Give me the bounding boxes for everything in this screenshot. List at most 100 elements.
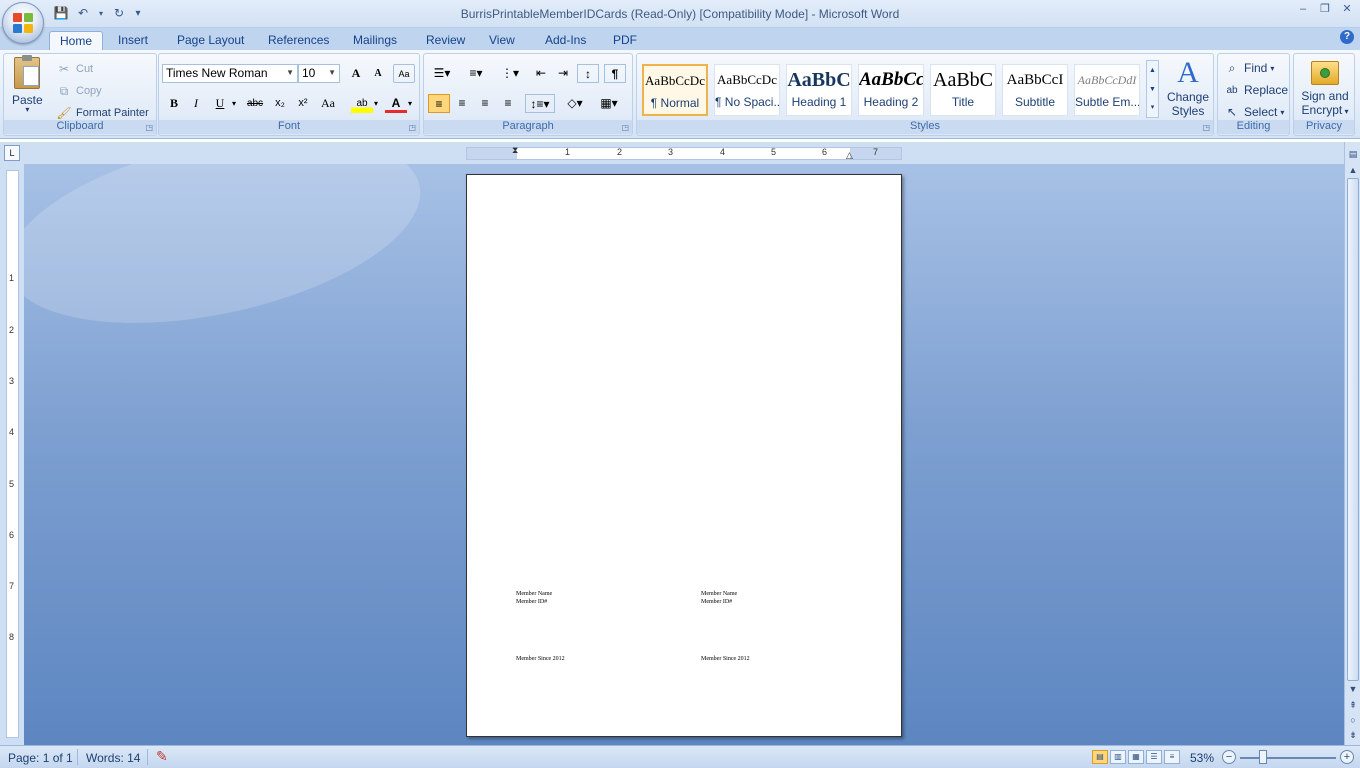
styles-launcher-icon[interactable]: ◳ (1202, 123, 1210, 132)
italic-button[interactable]: I (185, 94, 207, 113)
align-center-icon[interactable]: ≡ (451, 94, 473, 113)
vertical-scrollbar[interactable]: ▤ ▲ ▼ ⇞ ○ ⇟ (1344, 142, 1360, 745)
tab-mailings[interactable]: Mailings (343, 31, 407, 51)
scroll-up-icon[interactable]: ▲ (1347, 164, 1359, 176)
office-button[interactable] (2, 2, 44, 44)
tab-stop-selector[interactable]: L (4, 145, 20, 161)
copy-button[interactable]: ⧉ Copy (55, 82, 102, 100)
change-case-button[interactable]: Aa (317, 94, 339, 113)
align-left-icon[interactable]: ≡ (428, 94, 450, 113)
tab-page-layout[interactable]: Page Layout (167, 31, 254, 51)
styles-up-icon[interactable]: ▲ (1147, 61, 1158, 80)
borders-icon[interactable]: ▦▾ (594, 94, 624, 113)
style-title[interactable]: AaBbC Title (930, 64, 996, 116)
proofing-icon[interactable]: ✎ (156, 748, 168, 765)
underline-dropdown-icon[interactable]: ▾ (229, 94, 239, 113)
previous-page-icon[interactable]: ⇞ (1347, 699, 1359, 711)
tab-home[interactable]: Home (49, 31, 104, 51)
sort-icon[interactable]: ↕ (577, 64, 599, 83)
zoom-thumb[interactable] (1259, 750, 1267, 764)
page-count[interactable]: Page: 1 of 1 (8, 751, 73, 765)
find-button[interactable]: ⌕ Find ▾ (1223, 59, 1275, 77)
paste-button[interactable]: Paste ▾ (12, 55, 43, 114)
close-button[interactable]: ✕ (1340, 2, 1354, 16)
increase-indent-icon[interactable]: ⇥ (552, 64, 574, 83)
styles-down-icon[interactable]: ▼ (1147, 80, 1158, 99)
styles-more-icon[interactable]: ▾ (1147, 99, 1158, 117)
outline-icon[interactable]: ☰ (1146, 750, 1162, 764)
draft-icon[interactable]: ≡ (1164, 750, 1180, 764)
word-count[interactable]: Words: 14 (86, 751, 140, 765)
underline-button[interactable]: U (209, 94, 231, 113)
align-right-icon[interactable]: ≡ (474, 94, 496, 113)
next-page-icon[interactable]: ⇟ (1347, 729, 1359, 741)
zoom-slider[interactable] (1240, 757, 1336, 759)
style-normal[interactable]: AaBbCcDc ¶ Normal (642, 64, 708, 116)
web-layout-icon[interactable]: ▦ (1128, 750, 1144, 764)
sign-label: Sign and (1301, 89, 1349, 103)
select-button[interactable]: ↖ Select ▾ (1223, 103, 1284, 121)
style-title-sample: AaBbC (933, 69, 993, 91)
tab-review[interactable]: Review (416, 31, 475, 51)
show-marks-button[interactable]: ¶ (604, 64, 626, 83)
shading-icon[interactable]: ◇▾ (560, 94, 590, 113)
zoom-out-icon[interactable]: − (1222, 750, 1236, 764)
font-size-dropdown-icon[interactable]: ▼ (328, 68, 336, 77)
tab-pdf[interactable]: PDF (603, 31, 647, 51)
zoom-in-icon[interactable]: + (1340, 750, 1354, 764)
clipboard-launcher-icon[interactable]: ◳ (145, 123, 153, 132)
change-styles-button[interactable]: A Change Styles (1164, 56, 1212, 118)
font-color-button[interactable]: A (385, 94, 407, 113)
tab-insert[interactable]: Insert (108, 31, 158, 51)
view-ruler-icon[interactable]: ▤ (1347, 148, 1359, 160)
style-heading-1[interactable]: AaBbC Heading 1 (786, 64, 852, 116)
clear-formatting-button[interactable]: Aa (393, 64, 415, 83)
vertical-ruler[interactable]: 1 2 3 4 5 6 7 8 (6, 170, 19, 738)
zoom-level[interactable]: 53% (1190, 751, 1214, 765)
style-subtitle[interactable]: AaBbCcI Subtitle (1002, 64, 1068, 116)
maximize-button[interactable]: ❐ (1318, 2, 1332, 16)
tab-view[interactable]: View (479, 31, 525, 51)
minimize-button[interactable]: – (1296, 2, 1310, 16)
line-spacing-icon[interactable]: ↕≡▾ (525, 94, 555, 113)
superscript-button[interactable]: x² (292, 94, 314, 113)
tab-references[interactable]: References (258, 31, 339, 51)
tab-add-ins[interactable]: Add-Ins (535, 31, 596, 51)
indent-marker-icon[interactable]: ⧗ (512, 145, 518, 156)
ribbon-tabs: Home Insert Page Layout References Maili… (0, 28, 1360, 51)
print-layout-icon[interactable]: ▤ (1092, 750, 1108, 764)
scroll-thumb[interactable] (1347, 178, 1359, 681)
font-family-dropdown-icon[interactable]: ▼ (286, 68, 294, 77)
shrink-font-button[interactable]: A (367, 64, 389, 83)
paragraph-launcher-icon[interactable]: ◳ (621, 123, 629, 132)
browse-object-icon[interactable]: ○ (1347, 714, 1359, 726)
right-indent-icon[interactable]: △ (846, 150, 853, 161)
font-launcher-icon[interactable]: ◳ (408, 123, 416, 132)
sign-encrypt-button[interactable]: Sign and Encrypt ▾ (1297, 57, 1353, 117)
help-icon[interactable]: ? (1340, 30, 1354, 44)
bullets-icon[interactable]: ☰▾ (428, 64, 456, 83)
highlight-button[interactable]: ab (351, 94, 373, 113)
font-size-combo[interactable]: 10 ▼ (298, 64, 340, 83)
strikethrough-button[interactable]: abc (244, 94, 266, 113)
multilevel-list-icon[interactable]: ⋮▾ (496, 64, 524, 83)
grow-font-button[interactable]: A (345, 64, 367, 83)
bold-button[interactable]: B (163, 94, 185, 113)
horizontal-ruler[interactable]: 1 2 3 4 5 6 7 ⧗ △ (466, 145, 902, 161)
style-heading-2[interactable]: AaBbCc Heading 2 (858, 64, 924, 116)
style-no-spacing-sample: AaBbCcDc (717, 72, 777, 87)
font-color-dropdown-icon[interactable]: ▾ (405, 94, 415, 113)
numbering-icon[interactable]: ≡▾ (462, 64, 490, 83)
style-no-spacing[interactable]: AaBbCcDc ¶ No Spaci... (714, 64, 780, 116)
highlight-dropdown-icon[interactable]: ▾ (371, 94, 381, 113)
full-screen-reading-icon[interactable]: ▥ (1110, 750, 1126, 764)
subscript-button[interactable]: x₂ (269, 94, 291, 113)
document-page[interactable]: Member Name Member ID# Member Since 2012… (466, 174, 902, 737)
cut-button[interactable]: ✂ Cut (55, 60, 93, 78)
decrease-indent-icon[interactable]: ⇤ (530, 64, 552, 83)
justify-icon[interactable]: ≡ (497, 94, 519, 113)
font-family-combo[interactable]: Times New Roman ▼ (162, 64, 298, 83)
scroll-down-icon[interactable]: ▼ (1347, 683, 1359, 695)
style-subtle-emphasis[interactable]: AaBbCcDdI Subtle Em... (1074, 64, 1140, 116)
replace-button[interactable]: ab Replace (1223, 81, 1288, 99)
